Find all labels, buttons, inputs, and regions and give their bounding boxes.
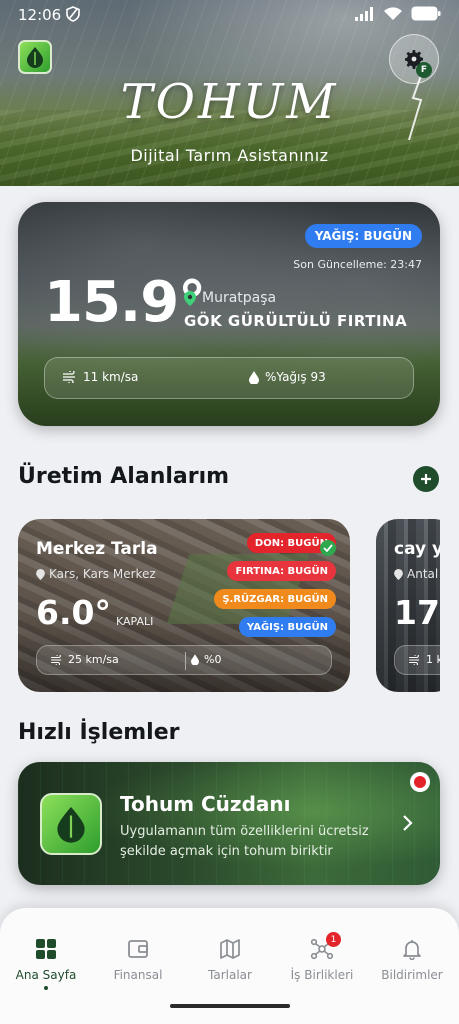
field-stats-bar: 25 km/sa %0 <box>36 645 332 675</box>
bottom-navigation: Ana Sayfa Finansal Tarlalar İş Birlikler… <box>0 908 459 1024</box>
precipitation-stat: %Yağış 93 <box>249 370 326 384</box>
field-precipitation-stat: %0 <box>191 653 221 666</box>
field-wind-stat: 25 km/sa <box>51 653 119 666</box>
field-wind-stat: 1 km <box>409 653 440 666</box>
active-indicator <box>44 986 48 990</box>
add-field-button[interactable] <box>413 466 439 492</box>
wallet-description: Uygulamanın tüm özelliklerini ücretsiz ş… <box>120 824 369 859</box>
shield-icon <box>66 6 80 22</box>
nav-item-finance[interactable]: Finansal <box>92 938 184 982</box>
precipitation-value: %Yağış 93 <box>265 370 326 384</box>
quick-actions-title: Hızlı İşlemler <box>18 720 180 745</box>
wallet-icon <box>128 940 148 958</box>
weather-condition: GÖK GÜRÜLTÜLÜ FIRTINA <box>184 312 408 330</box>
leaf-drop-icon <box>57 807 85 843</box>
field-wind-value: 1 km <box>426 653 440 666</box>
weather-card[interactable]: YAĞIŞ: BUGÜN Son Güncelleme: 23:47 15.9°… <box>18 202 440 426</box>
location-pin-icon <box>184 290 196 306</box>
notification-dot-icon <box>410 772 430 792</box>
field-name: Merkez Tarla <box>36 539 158 559</box>
nav-label: Tarlalar <box>208 968 252 982</box>
location-pin-icon <box>36 568 45 580</box>
check-icon <box>320 540 336 556</box>
wind-icon <box>409 654 420 665</box>
wind-stat: 11 km/sa <box>63 370 138 384</box>
collaborations-badge: 1 <box>326 932 341 947</box>
chevron-right-icon <box>403 815 413 831</box>
home-indicator[interactable] <box>170 1004 290 1008</box>
weather-location-label: Muratpaşa <box>202 290 277 306</box>
nav-label: İş Birlikleri <box>290 968 354 982</box>
storm-alert-badge: FIRTINA: BUGÜN <box>227 561 336 581</box>
field-stats-bar: 1 km <box>394 645 440 675</box>
signal-icon <box>355 6 373 21</box>
field-location-label: Antal <box>407 567 439 581</box>
nav-label: Bildirimler <box>381 968 443 982</box>
field-temperature: 6.0° <box>36 593 111 632</box>
current-temperature: 15.9° <box>44 270 206 335</box>
brand-subtitle: Dijital Tarım Asistanınız <box>130 146 329 165</box>
field-wind-value: 25 km/sa <box>68 653 119 666</box>
wind-value: 11 km/sa <box>83 370 139 384</box>
nav-item-notifications[interactable]: Bildirimler <box>366 938 458 982</box>
battery-icon <box>411 6 441 21</box>
nav-item-home[interactable]: Ana Sayfa <box>0 938 92 990</box>
field-card[interactable]: cay y Antal 17.0 1 km <box>376 519 440 692</box>
weather-location: Muratpaşa <box>184 290 276 306</box>
wallet-title: Tohum Cüzdanı <box>120 792 291 816</box>
field-temperature: 17.0 <box>394 593 440 632</box>
map-icon <box>220 939 240 959</box>
last-update-text: Son Güncelleme: 23:47 <box>293 258 422 271</box>
leaf-drop-icon <box>27 47 43 68</box>
nav-item-collaborations[interactable]: İş Birlikleri 1 <box>276 932 368 982</box>
weather-stats-bar: 11 km/sa %Yağış 93 <box>44 357 414 399</box>
status-icons <box>355 6 441 21</box>
rain-alert-badge: YAĞIŞ: BUGÜN <box>238 617 336 637</box>
plus-icon <box>421 474 431 484</box>
drop-icon <box>249 370 259 384</box>
wifi-icon <box>384 7 402 20</box>
brand-title: TOHUM <box>120 74 339 130</box>
status-bar: 12:06 <box>0 0 459 30</box>
status-time: 12:06 <box>18 6 62 24</box>
strong-wind-alert-badge: Ş.RÜZGAR: BUGÜN <box>214 589 336 609</box>
wallet-logo <box>40 793 102 855</box>
field-precipitation-value: %0 <box>204 653 222 666</box>
wind-icon <box>51 654 62 665</box>
field-location: Kars, Kars Merkez <box>36 567 156 581</box>
fields-carousel[interactable]: Merkez Tarla Kars, Kars Merkez 6.0° KAPA… <box>18 519 440 692</box>
wind-icon <box>63 371 75 383</box>
field-location: Antal <box>394 567 438 581</box>
location-pin-icon <box>394 568 403 580</box>
field-condition: KAPALI <box>116 615 154 628</box>
wallet-card[interactable]: Tohum Cüzdanı Uygulamanın tüm özellikler… <box>18 762 440 885</box>
fields-section-title: Üretim Alanlarım <box>18 464 230 489</box>
grid-icon <box>36 939 56 959</box>
header-banner: 12:06 F TOHUM Dijital Tarım Asistanınız <box>0 0 459 186</box>
stats-divider <box>185 652 186 670</box>
nav-label: Finansal <box>113 968 163 982</box>
field-name: cay y <box>394 539 440 559</box>
drop-icon <box>191 654 199 665</box>
app-logo[interactable] <box>18 40 52 74</box>
nav-item-fields[interactable]: Tarlalar <box>184 938 276 982</box>
rain-alert-badge: YAĞIŞ: BUGÜN <box>304 224 422 248</box>
nav-label: Ana Sayfa <box>15 968 77 982</box>
field-location-label: Kars, Kars Merkez <box>49 567 156 581</box>
field-alert-list: DON: BUGÜN FIRTINA: BUGÜN Ş.RÜZGAR: BUGÜ… <box>214 533 336 637</box>
field-card[interactable]: Merkez Tarla Kars, Kars Merkez 6.0° KAPA… <box>18 519 350 692</box>
bell-icon <box>403 940 421 960</box>
